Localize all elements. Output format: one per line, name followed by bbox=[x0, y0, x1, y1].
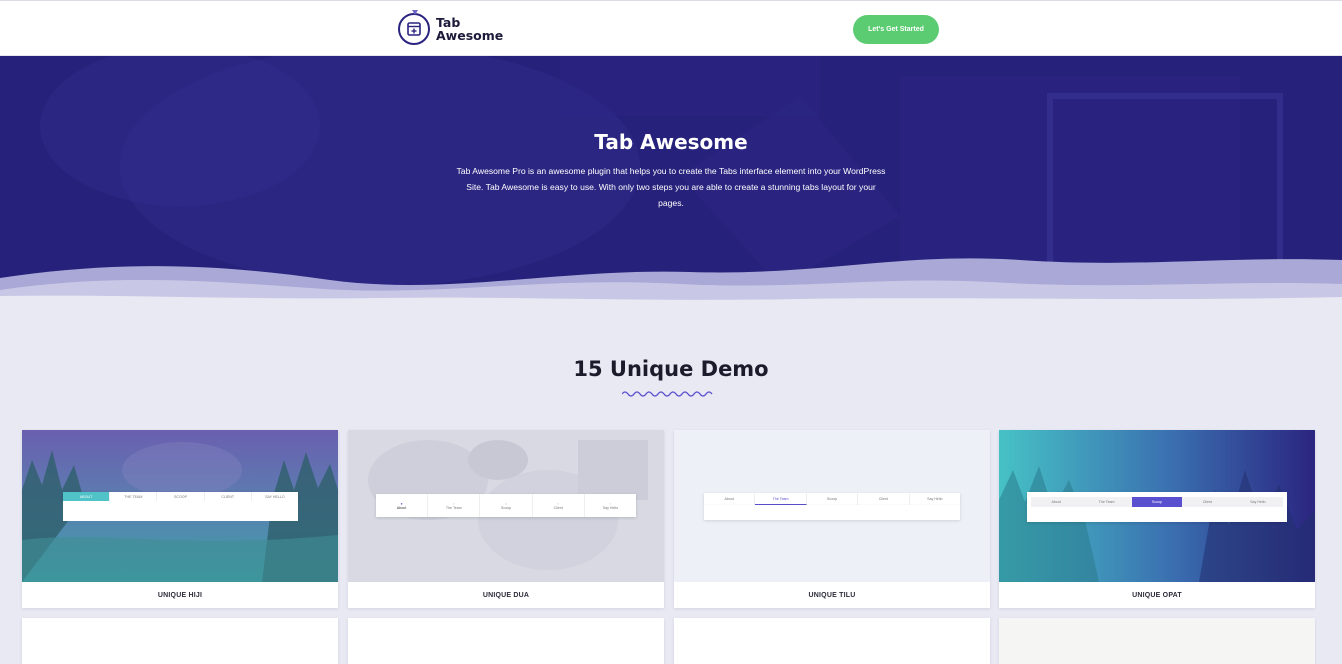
demo-card-unique-dua[interactable]: ● About ◌ The Team ◌ Scoop ◌ Client ◌ Say Hel… bbox=[348, 430, 664, 608]
tab-preview-item: SAY HELLO bbox=[265, 494, 285, 499]
tab-preview-item: Client bbox=[858, 493, 910, 505]
tab-preview-item: About bbox=[1031, 497, 1082, 507]
demo-card[interactable] bbox=[348, 618, 664, 664]
tab-preview-item: Scoop bbox=[1131, 497, 1183, 507]
tab-preview: ● About ◌ The Team ◌ Scoop ◌ Client ◌ Say Hel… bbox=[376, 494, 636, 517]
tab-preview-item: ● About bbox=[376, 494, 429, 517]
top-header: Tab Awesome Let's Get Started bbox=[0, 0, 1342, 56]
demo-card[interactable] bbox=[674, 618, 990, 664]
tab-preview-item: About bbox=[704, 493, 756, 505]
hero-title: Tab Awesome bbox=[594, 130, 748, 154]
demo-card-label: UNIQUE DUA bbox=[482, 591, 530, 599]
demo-card[interactable] bbox=[999, 618, 1315, 664]
demo-card-label: UNIQUE TILU bbox=[808, 591, 856, 599]
demo-card-label: UNIQUE HIJI bbox=[157, 591, 203, 599]
tab-preview-item: ◌ Scoop bbox=[480, 494, 533, 517]
tab-preview-item-label: Client bbox=[553, 505, 563, 510]
tab-preview: About The Team Scoop Client Say Hello bbox=[1027, 492, 1287, 522]
tab-preview-panel bbox=[704, 505, 960, 520]
demo-card[interactable] bbox=[22, 618, 338, 664]
tab-preview-item: SCOOP bbox=[157, 492, 205, 501]
logo-line-2: Awesome bbox=[436, 28, 504, 43]
tab-preview-item-label: Say Hello bbox=[602, 505, 619, 510]
hero-wave-divider bbox=[0, 258, 1342, 310]
tab-preview-panel bbox=[63, 501, 298, 521]
tab-preview-item: The Team bbox=[755, 493, 807, 505]
tab-preview-item: THE TEAM bbox=[110, 492, 158, 501]
wavy-underline-icon bbox=[622, 391, 713, 397]
logo-wordmark: Tab Awesome bbox=[436, 16, 503, 42]
hero-banner: Tab Awesome Tab Awesome Pro is an awesom… bbox=[0, 56, 1342, 310]
tab-preview-item: Say Hello bbox=[927, 497, 943, 501]
tab-awesome-logo-icon bbox=[398, 10, 430, 45]
demo-card-unique-tilu[interactable]: About The Team Scoop Client Say Hello UN… bbox=[674, 430, 990, 608]
tab-preview-item: ◌ Client bbox=[533, 494, 585, 517]
tab-preview: About The Team Scoop Client Say Hello bbox=[704, 493, 960, 505]
tab-preview-item: Say Hello bbox=[1232, 497, 1284, 507]
tab-preview-item: Scoop bbox=[807, 493, 859, 505]
tab-preview-item: ◌ Say Hello bbox=[602, 501, 619, 510]
tab-preview-item: ABOUT bbox=[63, 492, 111, 501]
tab-preview-item: ◌ The Team bbox=[428, 494, 481, 517]
demo-thumbnail: ABOUT THE TEAM SCOOP CLIENT SAY HELLO bbox=[22, 430, 338, 582]
tab-preview-item-label: Scoop bbox=[500, 505, 512, 510]
demo-card-label: UNIQUE OPAT bbox=[1132, 591, 1182, 599]
demo-card-unique-hiji[interactable]: ABOUT THE TEAM SCOOP CLIENT SAY HELLO UN… bbox=[22, 430, 338, 608]
demo-thumbnail: ● About ◌ The Team ◌ Scoop ◌ Client ◌ Say Hel… bbox=[348, 430, 664, 582]
tab-preview-item: CLIENT bbox=[205, 492, 252, 501]
hero-description: Tab Awesome Pro is an awesome plugin tha… bbox=[456, 166, 886, 208]
tab-preview-item: Client bbox=[1182, 497, 1233, 507]
demo-card-unique-opat[interactable]: About The Team Scoop Client Say Hello UN… bbox=[999, 430, 1315, 608]
site-logo[interactable]: Tab Awesome bbox=[398, 10, 503, 45]
demos-section-title: 15 Unique Demo bbox=[573, 357, 769, 381]
tab-preview-item-label: The Team bbox=[445, 505, 462, 510]
tab-preview: ABOUT THE TEAM SCOOP CLIENT SAY HELLO bbox=[63, 492, 298, 501]
demo-thumbnail: About The Team Scoop Client Say Hello bbox=[999, 430, 1315, 582]
tab-preview-item: The Team bbox=[1081, 497, 1132, 507]
demo-thumbnail: About The Team Scoop Client Say Hello bbox=[674, 430, 990, 582]
get-started-button[interactable]: Let's Get Started bbox=[853, 15, 939, 44]
tab-preview-item-label: About bbox=[396, 505, 407, 510]
